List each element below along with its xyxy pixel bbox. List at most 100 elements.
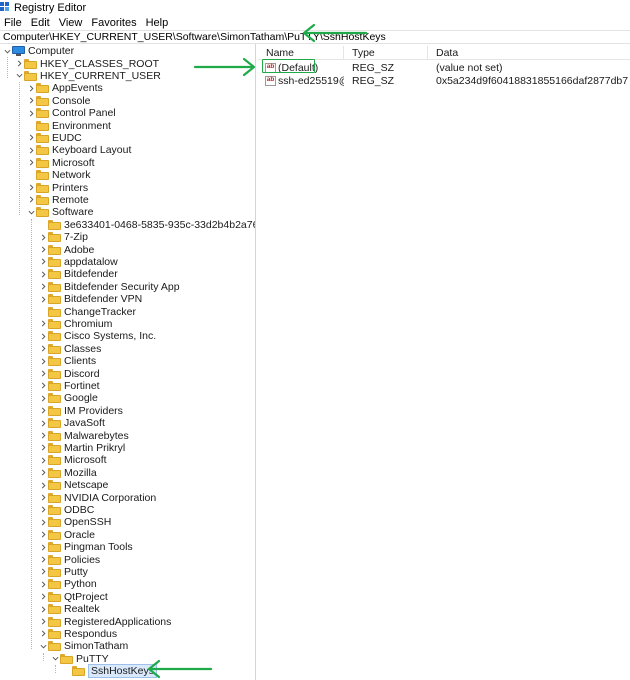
tree-node-hkey-classes-root[interactable]: HKEY_CLASSES_ROOT [15,57,159,70]
chevron-right-icon[interactable] [39,368,48,379]
chevron-right-icon[interactable] [39,244,48,255]
tree-node-printers[interactable]: Printers [27,181,88,194]
chevron-right-icon[interactable] [39,430,48,441]
tree-node-python[interactable]: Python [39,578,97,590]
tree-node-malwarebytes[interactable]: Malwarebytes [39,429,129,442]
tree-node-bitdefender-vpn[interactable]: Bitdefender VPN [39,293,142,305]
tree-node-putty[interactable]: Putty [39,566,88,578]
tree-node-registeredapplications[interactable]: RegisteredApplications [39,615,171,628]
chevron-right-icon[interactable] [39,517,48,528]
chevron-right-icon[interactable] [27,83,36,94]
value-row-ssh-ed25519[interactable]: ab ssh-ed25519@2... REG_SZ 0x5a234d9f604… [258,74,630,87]
chevron-right-icon[interactable] [39,579,48,590]
tree-node-oracle[interactable]: Oracle [39,529,95,541]
tree-node-javasoft[interactable]: JavaSoft [39,417,105,429]
chevron-right-icon[interactable] [39,393,48,404]
tree-node-discord[interactable]: Discord [39,367,100,380]
chevron-right-icon[interactable] [39,418,48,429]
column-data-header[interactable]: Data [428,46,630,60]
chevron-down-icon[interactable] [27,207,36,218]
chevron-down-icon[interactable] [3,46,12,57]
chevron-right-icon[interactable] [39,529,48,540]
chevron-right-icon[interactable] [39,492,48,503]
chevron-right-icon[interactable] [39,504,48,515]
menu-favorites[interactable]: Favorites [91,17,136,29]
tree-node-openssh[interactable]: OpenSSH [39,516,111,528]
chevron-right-icon[interactable] [39,356,48,367]
tree-node-7-zip[interactable]: 7-Zip [39,231,88,243]
tree-node-realtek[interactable]: Realtek [39,603,100,615]
tree-node-changetracker[interactable]: ChangeTracker [39,305,136,318]
tree-node-keyboard-layout[interactable]: Keyboard Layout [27,144,131,156]
tree-node-mozilla[interactable]: Mozilla [39,467,97,479]
chevron-right-icon[interactable] [27,145,36,156]
column-type-header[interactable]: Type [344,46,428,60]
tree-node-clients[interactable]: Clients [39,355,96,367]
tree-node-putty[interactable]: PuTTY [51,653,109,665]
chevron-right-icon[interactable] [27,182,36,193]
tree-node-adobe[interactable]: Adobe [39,243,94,256]
tree-node-pingman-tools[interactable]: Pingman Tools [39,541,133,553]
chevron-right-icon[interactable] [39,331,48,342]
tree-node-cisco-systems-inc-[interactable]: Cisco Systems, Inc. [39,330,156,342]
tree-node-computer[interactable]: Computer [3,45,74,57]
tree-node-control-panel[interactable]: Control Panel [27,107,116,119]
chevron-right-icon[interactable] [39,343,48,354]
chevron-right-icon[interactable] [39,566,48,577]
menu-file[interactable]: File [4,17,22,29]
chevron-right-icon[interactable] [39,467,48,478]
chevron-right-icon[interactable] [39,442,48,453]
menu-view[interactable]: View [59,17,83,29]
tree-node-simontatham[interactable]: SimonTatham [39,640,128,652]
tree-node-software[interactable]: Software [27,206,93,218]
tree-node-microsoft[interactable]: Microsoft [39,454,107,466]
chevron-right-icon[interactable] [39,318,48,329]
chevron-down-icon[interactable] [15,70,24,81]
column-name-header[interactable]: Name [258,46,344,60]
tree-node-bitdefender[interactable]: Bitdefender [39,268,118,280]
tree-node-im-providers[interactable]: IM Providers [39,405,123,417]
chevron-right-icon[interactable] [39,554,48,565]
tree-node-environment[interactable]: Environment [27,119,111,132]
chevron-right-icon[interactable] [39,628,48,639]
tree-node-chromium[interactable]: Chromium [39,318,112,330]
tree-node-bitdefender-security-app[interactable]: Bitdefender Security App [39,281,180,293]
chevron-right-icon[interactable] [27,157,36,168]
chevron-right-icon[interactable] [27,108,36,119]
tree-node-google[interactable]: Google [39,392,98,404]
tree-node-classes[interactable]: Classes [39,343,101,355]
tree-node-fortinet[interactable]: Fortinet [39,380,100,392]
chevron-right-icon[interactable] [27,132,36,143]
chevron-right-icon[interactable] [27,194,36,205]
values-list-pane[interactable]: Name Type Data ab (Default) REG_SZ (valu… [258,44,630,680]
chevron-right-icon[interactable] [39,294,48,305]
tree-node-hkey-current-user[interactable]: HKEY_CURRENT_USER [15,70,161,82]
chevron-right-icon[interactable] [39,616,48,627]
chevron-right-icon[interactable] [39,232,48,243]
tree-node-network[interactable]: Network [27,169,91,181]
tree-node-policies[interactable]: Policies [39,553,100,566]
tree-node-qtproject[interactable]: QtProject [39,591,108,603]
menu-edit[interactable]: Edit [31,17,50,29]
tree-node-odbc[interactable]: ODBC [39,504,94,516]
tree-node-appdatalow[interactable]: appdatalow [39,256,118,268]
tree-node-respondus[interactable]: Respondus [39,628,117,640]
tree-node-microsoft[interactable]: Microsoft [27,157,95,169]
chevron-right-icon[interactable] [39,455,48,466]
chevron-right-icon[interactable] [39,480,48,491]
tree-node-console[interactable]: Console [27,95,91,107]
tree-node-sshhostkeys[interactable]: SshHostKeys [63,664,158,679]
chevron-down-icon[interactable] [39,641,48,652]
chevron-right-icon[interactable] [39,604,48,615]
chevron-right-icon[interactable] [39,380,48,391]
tree-node-martin-prikryl[interactable]: Martin Prikryl [39,442,125,454]
chevron-right-icon[interactable] [39,591,48,602]
tree-node-nvidia-corporation[interactable]: NVIDIA Corporation [39,491,156,504]
menu-help[interactable]: Help [146,17,169,29]
chevron-right-icon[interactable] [39,269,48,280]
chevron-right-icon[interactable] [39,281,48,292]
chevron-down-icon[interactable] [51,653,60,664]
tree-node-remote[interactable]: Remote [27,194,89,206]
chevron-right-icon[interactable] [15,58,24,69]
tree-pane[interactable]: Computer HKEY_CLASSES_ROOT HKEY_CURRENT_US… [0,44,256,680]
